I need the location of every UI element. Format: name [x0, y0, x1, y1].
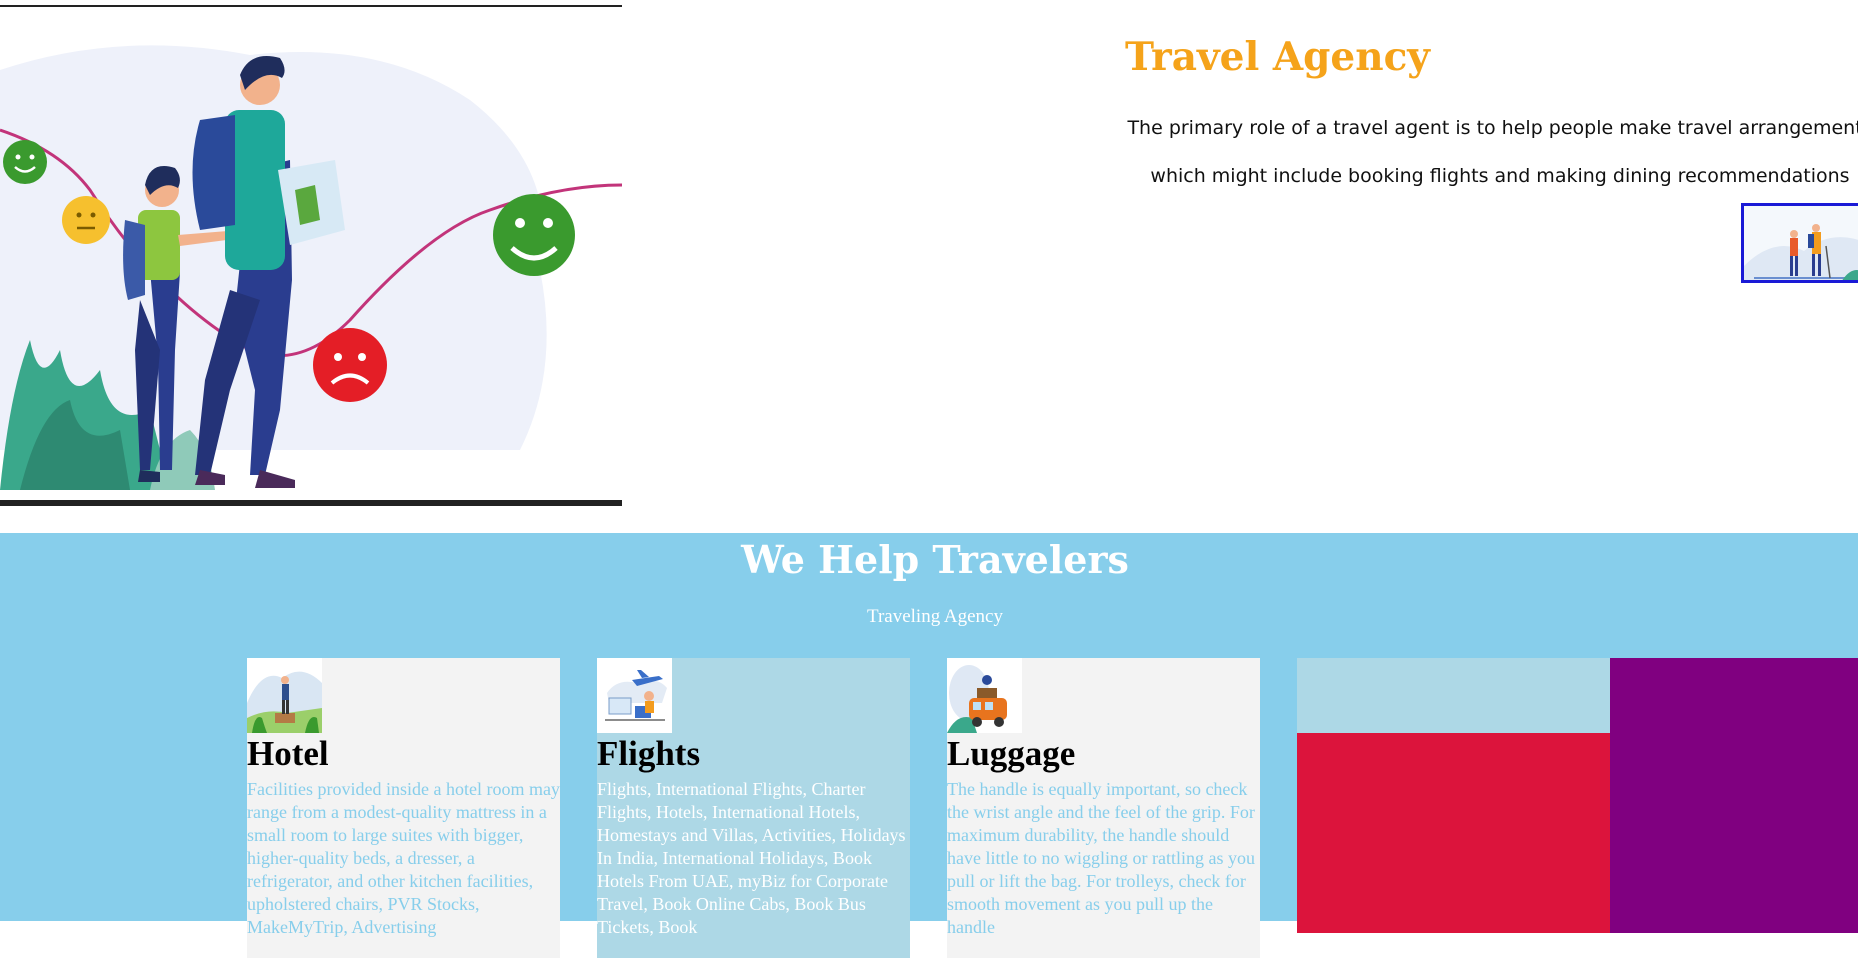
services-section: We Help Travelers Traveling Agency Hotel… [0, 533, 1858, 958]
hikers-image [1744, 224, 1858, 280]
color-block-purple [1610, 658, 1858, 933]
section-title: We Help Travelers [741, 537, 1129, 582]
card-luggage[interactable]: Luggage The handle is equally important,… [947, 658, 1260, 958]
hotel-image [247, 658, 322, 733]
agency-description: The primary role of a travel agent is to… [1100, 104, 1858, 200]
hero-bottom-divider [0, 500, 622, 506]
color-block-crimson [1297, 733, 1610, 933]
travelers-illustration [0, 45, 622, 490]
card-hotel[interactable]: Hotel Facilities provided inside a hotel… [247, 658, 560, 958]
card-hotel-text: Facilities provided inside a hotel room … [247, 779, 560, 937]
agency-description-line-2: which might include booking flights and … [1150, 165, 1850, 187]
agency-title: Travel Agency [1125, 34, 1430, 80]
card-flights[interactable]: Flights Flights, International Flights, … [597, 658, 910, 958]
section-subtitle: Traveling Agency [867, 606, 1003, 627]
flights-image [597, 658, 672, 733]
color-block-lightblue [1297, 658, 1610, 733]
card-hotel-title: Hotel [247, 734, 329, 773]
luggage-image [947, 658, 1022, 733]
card-flights-title: Flights [597, 734, 701, 773]
card-luggage-title: Luggage [947, 734, 1076, 773]
hikers-thumbnail[interactable] [1741, 203, 1858, 283]
hero-section: Travel Agency The primary role of a trav… [0, 0, 1858, 533]
card-flights-text: Flights, International Flights, Charter … [597, 779, 906, 937]
agency-description-line-1: The primary role of a travel agent is to… [1127, 117, 1858, 139]
hero-top-divider [0, 5, 622, 7]
card-luggage-text: The handle is equally important, so chec… [947, 779, 1255, 937]
